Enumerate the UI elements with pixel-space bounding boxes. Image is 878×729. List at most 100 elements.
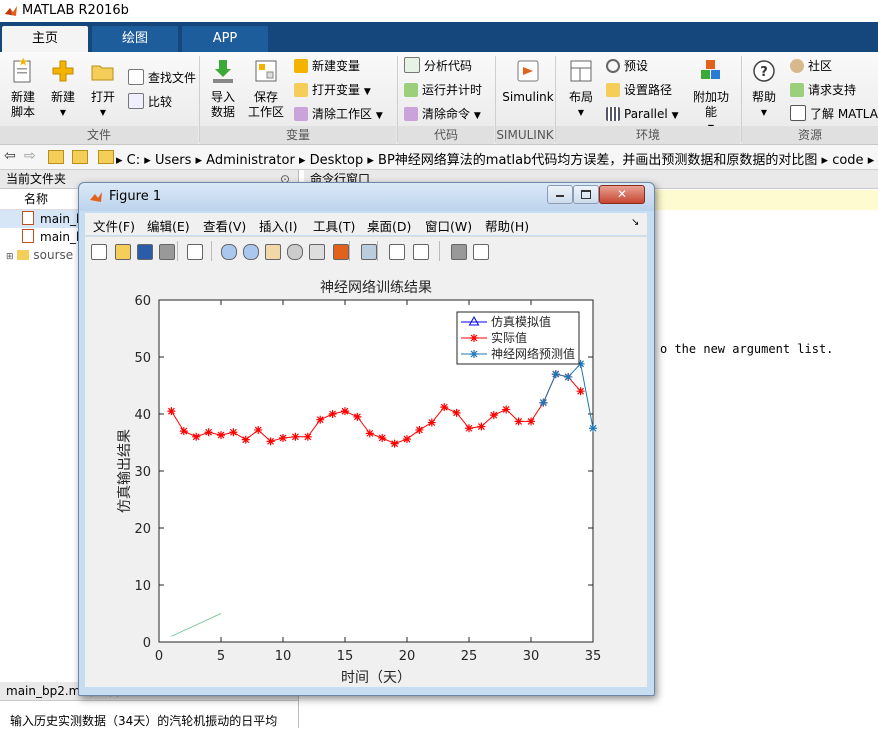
clear-commands-button[interactable]: 清除命令 ▼ bbox=[404, 104, 481, 124]
figure-canvas: 0 5 10 15 20 25 30 35 0 10 20 30 40 50 60 神经网络训练结果 时间（天）… bbox=[85, 265, 647, 687]
chevron-down-icon: ▼ bbox=[363, 87, 371, 97]
zoom-in-icon[interactable] bbox=[219, 242, 237, 260]
new-variable-button[interactable]: 新建变量 bbox=[294, 56, 360, 76]
legend-label: 实际值 bbox=[491, 330, 527, 345]
hide-tools-icon[interactable] bbox=[449, 242, 467, 260]
x-tick-label: 25 bbox=[461, 649, 478, 664]
forward-arrow-icon[interactable]: ⇨ bbox=[24, 148, 36, 164]
toolbar-separator bbox=[439, 241, 440, 261]
data-point bbox=[589, 424, 597, 433]
breadcrumb-item[interactable]: C: bbox=[127, 153, 140, 168]
back-arrow-icon[interactable]: ⇦ bbox=[4, 148, 16, 164]
breadcrumb-item[interactable]: code bbox=[832, 153, 863, 168]
zoom-out-icon[interactable] bbox=[241, 242, 259, 260]
breadcrumb-item[interactable]: Administrator bbox=[206, 153, 295, 168]
up-folder-icon[interactable] bbox=[48, 150, 64, 164]
maximize-button[interactable] bbox=[573, 185, 599, 204]
colorbar-icon[interactable] bbox=[387, 242, 405, 260]
menu-help[interactable]: 帮助(H) bbox=[485, 216, 529, 235]
tab-home[interactable]: 主页 bbox=[2, 26, 88, 52]
community-button[interactable]: 社区 bbox=[790, 56, 832, 76]
breadcrumb-separator: ▸ bbox=[298, 153, 310, 168]
show-tools-icon[interactable] bbox=[471, 242, 489, 260]
y-tick-label: 10 bbox=[134, 579, 151, 594]
preferences-button[interactable]: 预设 bbox=[606, 56, 648, 76]
analyze-code-button[interactable]: 分析代码 bbox=[404, 56, 472, 76]
browse-folder-icon[interactable] bbox=[72, 150, 88, 164]
new-script-label-2: 脚本 bbox=[10, 105, 35, 119]
layout-button[interactable]: 布局 ▼ bbox=[562, 58, 600, 120]
dock-arrow-icon[interactable]: ↘ bbox=[631, 217, 639, 228]
breadcrumb-separator: ▸ bbox=[195, 153, 207, 168]
request-support-button[interactable]: 请求支持 bbox=[790, 80, 856, 100]
y-tick-label: 30 bbox=[134, 465, 151, 480]
y-tick-label: 20 bbox=[134, 522, 151, 537]
breadcrumb-item[interactable]: BP神经网络算法的matlab代码均方误差，并画出预测数据和原数据的对比图 bbox=[378, 153, 817, 168]
link-icon[interactable] bbox=[359, 242, 377, 260]
find-files-icon bbox=[128, 69, 144, 85]
import-label-2: 数据 bbox=[210, 105, 235, 119]
add-ons-button[interactable]: 附加功能 ▼ bbox=[688, 58, 734, 135]
simulink-icon bbox=[517, 60, 539, 82]
breadcrumb-item[interactable]: Users bbox=[155, 153, 191, 168]
expand-icon[interactable]: ⊞ bbox=[6, 252, 14, 262]
data-cursor-icon[interactable] bbox=[307, 242, 325, 260]
menu-insert[interactable]: 插入(I) bbox=[259, 216, 297, 235]
learn-matlab-button[interactable]: 了解 MATLAB bbox=[790, 104, 878, 124]
menu-edit[interactable]: 编辑(E) bbox=[147, 216, 190, 235]
clear-workspace-button[interactable]: 清除工作区 ▼ bbox=[294, 104, 383, 124]
data-point bbox=[539, 398, 548, 407]
data-point bbox=[427, 418, 436, 427]
print-icon[interactable] bbox=[157, 242, 175, 260]
pan-icon[interactable] bbox=[263, 242, 281, 260]
data-point bbox=[440, 403, 449, 412]
x-tick-label: 30 bbox=[523, 649, 540, 664]
menu-tools[interactable]: 工具(T) bbox=[313, 216, 355, 235]
minimize-button[interactable] bbox=[547, 185, 573, 204]
set-path-button[interactable]: 设置路径 bbox=[606, 80, 672, 100]
tab-plots[interactable]: 绘图 bbox=[92, 26, 178, 52]
parallel-button[interactable]: Parallel ▼ bbox=[606, 104, 678, 124]
breadcrumb-item[interactable]: Desktop bbox=[310, 153, 364, 168]
request-support-label: 请求支持 bbox=[808, 83, 857, 97]
menu-window[interactable]: 窗口(W) bbox=[425, 216, 472, 235]
simulink-section-label: SIMULINK bbox=[496, 126, 554, 144]
tab-apps[interactable]: APP bbox=[182, 26, 268, 52]
rotate-icon[interactable] bbox=[285, 242, 303, 260]
compare-button[interactable]: 比较 bbox=[128, 92, 172, 112]
run-and-time-button[interactable]: 运行并计时 bbox=[404, 80, 482, 100]
data-point bbox=[179, 427, 188, 436]
y-tick-label: 40 bbox=[134, 408, 151, 423]
help-button[interactable]: ? 帮助 ▼ bbox=[748, 58, 780, 120]
brush-icon[interactable] bbox=[331, 242, 349, 260]
open-icon[interactable] bbox=[113, 242, 131, 260]
pointer-icon[interactable] bbox=[185, 242, 203, 260]
clear-workspace-icon bbox=[294, 107, 308, 121]
svg-text:?: ? bbox=[760, 65, 768, 80]
parallel-label: Parallel bbox=[624, 107, 668, 121]
simulink-button[interactable]: Simulink bbox=[500, 58, 556, 105]
import-data-button[interactable]: 导入 数据 bbox=[206, 58, 240, 120]
open-variable-button[interactable]: 打开变量 ▼ bbox=[294, 80, 371, 100]
compare-icon bbox=[128, 93, 144, 109]
folder-open-icon bbox=[91, 65, 114, 81]
menu-file[interactable]: 文件(F) bbox=[93, 216, 135, 235]
menu-desktop[interactable]: 桌面(D) bbox=[367, 216, 411, 235]
menu-view[interactable]: 查看(V) bbox=[203, 216, 246, 235]
figure-titlebar[interactable]: Figure 1 ✕ bbox=[79, 183, 654, 211]
data-point bbox=[502, 405, 511, 414]
new-script-icon bbox=[13, 57, 31, 83]
find-files-button[interactable]: 查找文件 bbox=[128, 68, 196, 88]
new-figure-icon[interactable] bbox=[89, 242, 107, 260]
toolbar-separator bbox=[349, 241, 350, 261]
save-icon[interactable] bbox=[135, 242, 153, 260]
new-button[interactable]: 新建 ▼ bbox=[46, 58, 80, 120]
legend-icon[interactable] bbox=[411, 242, 429, 260]
new-script-button[interactable]: 新建 脚本 bbox=[4, 57, 42, 120]
open-label: 打开 bbox=[90, 90, 115, 104]
save-workspace-button[interactable]: 保存 工作区 bbox=[246, 58, 286, 120]
community-label: 社区 bbox=[808, 59, 833, 73]
close-button[interactable]: ✕ bbox=[599, 185, 645, 204]
open-button[interactable]: 打开 ▼ bbox=[86, 58, 120, 120]
clear-commands-label: 清除命令 bbox=[422, 107, 471, 121]
